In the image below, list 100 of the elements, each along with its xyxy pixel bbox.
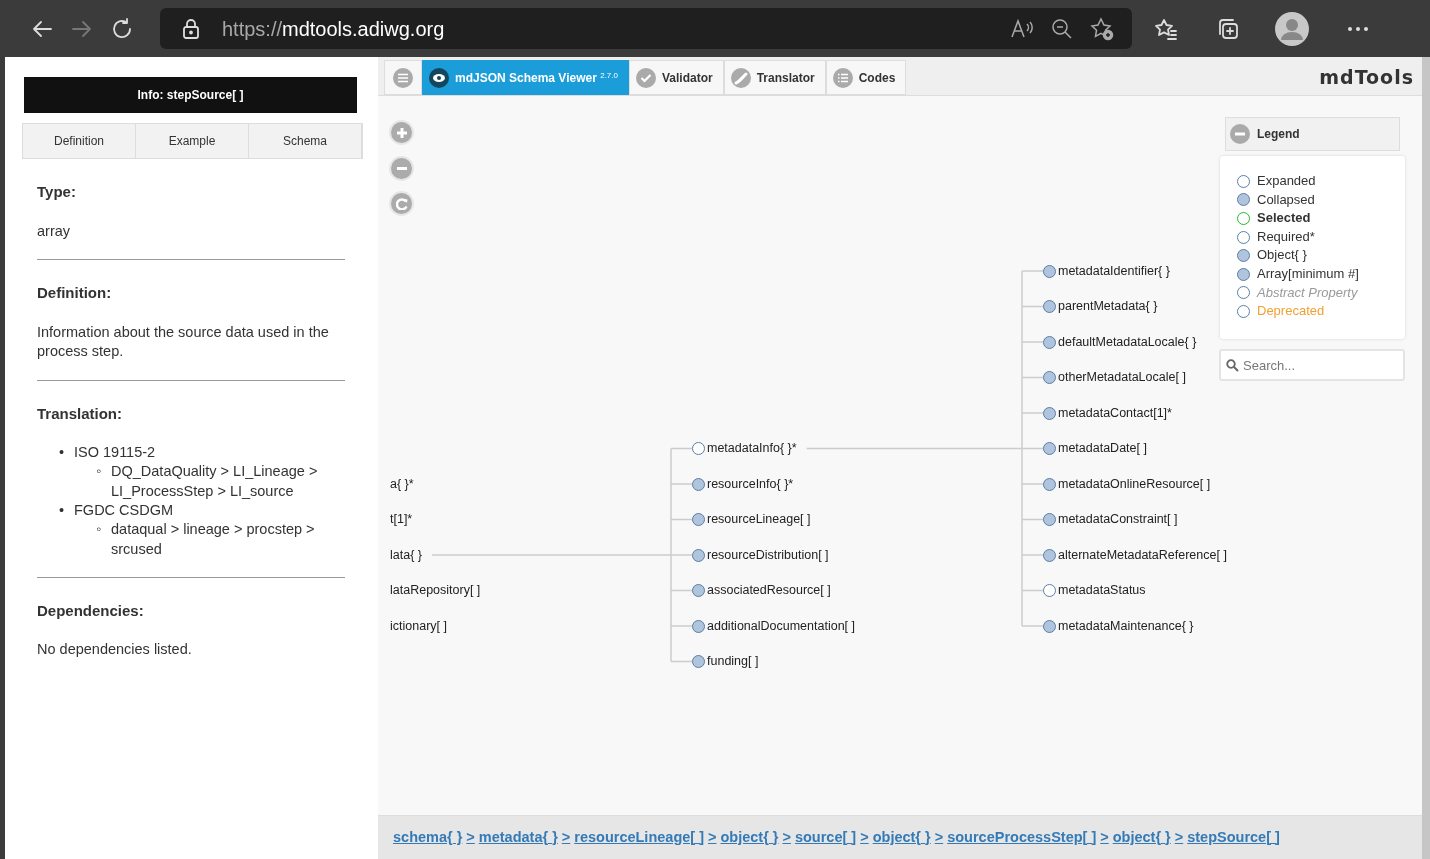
lock-icon[interactable] xyxy=(182,18,200,39)
search-field[interactable]: Search... xyxy=(1219,349,1405,381)
toolbar-tab[interactable]: Codes xyxy=(825,60,907,95)
pen-icon xyxy=(730,67,751,88)
node-circle[interactable] xyxy=(692,548,705,562)
breadcrumb-link[interactable]: schema{ } xyxy=(393,826,463,849)
legend-circle xyxy=(1237,286,1250,300)
refresh-icon[interactable] xyxy=(110,16,134,41)
node-circle[interactable] xyxy=(1043,264,1056,278)
legend-circle xyxy=(1237,267,1250,281)
section-heading: Definition: xyxy=(37,283,113,304)
breadcrumb-separator: > xyxy=(782,827,791,847)
node-circle[interactable] xyxy=(692,584,705,597)
section-heading: Dependencies: xyxy=(37,600,145,621)
legend-title: Legend xyxy=(1257,126,1300,143)
node-label[interactable]: metadataOnlineResource[ ] xyxy=(1058,474,1211,494)
zoom-out-button[interactable] xyxy=(389,155,414,181)
node-circle[interactable] xyxy=(1043,442,1056,455)
node-circle[interactable] xyxy=(692,655,705,668)
menu-icon xyxy=(393,67,413,88)
favorites-icon[interactable] xyxy=(1154,16,1178,41)
node-label[interactable]: metadataIdentifier{ } xyxy=(1058,261,1170,281)
minus-icon xyxy=(396,166,407,170)
legend-circle xyxy=(1237,230,1250,244)
scrollbar[interactable] xyxy=(1422,57,1430,859)
node-circle[interactable] xyxy=(1043,513,1056,526)
node-label[interactable]: defaultMetadataLocale{ } xyxy=(1058,332,1197,352)
node-circle[interactable] xyxy=(692,442,705,455)
reset-button[interactable] xyxy=(389,191,414,216)
favorite-add-icon[interactable] xyxy=(1090,16,1114,41)
node-label[interactable]: resourceInfo{ }* xyxy=(707,474,794,494)
section-text: array xyxy=(37,221,72,241)
avatar-icon[interactable] xyxy=(1275,11,1309,46)
breadcrumb-link[interactable]: source[ ] xyxy=(794,826,857,849)
panel-title: Info: stepSource[ ] xyxy=(24,77,357,113)
bullet-marker: • xyxy=(59,501,66,521)
breadcrumb-link[interactable]: resourceLineage[ ] xyxy=(574,826,704,849)
node-label[interactable]: resourceDistribution[ ] xyxy=(707,545,829,565)
node-circle[interactable] xyxy=(692,619,705,633)
node-label[interactable]: metadataDate[ ] xyxy=(1058,439,1147,458)
breadcrumb-separator: > xyxy=(708,827,717,847)
toolbar-tab[interactable]: Translator xyxy=(723,60,826,95)
section-text: No dependencies listed. xyxy=(37,640,193,660)
node-label[interactable]: additionalDocumentation[ ] xyxy=(707,616,855,636)
node-label[interactable]: metadataStatus xyxy=(1058,581,1146,600)
check-icon xyxy=(636,67,656,88)
section-heading: Type: xyxy=(37,182,77,202)
section-heading: Translation: xyxy=(37,403,123,424)
menu-button[interactable] xyxy=(384,60,422,95)
node-circle[interactable] xyxy=(1043,335,1056,349)
node-circle[interactable] xyxy=(1043,584,1056,597)
node-circle[interactable] xyxy=(1043,371,1056,384)
node-label[interactable]: lataRepository[ ] xyxy=(390,581,481,600)
node-circle[interactable] xyxy=(1043,300,1056,313)
node-label[interactable]: associatedResource[ ] xyxy=(707,581,831,600)
legend-header[interactable]: Legend xyxy=(1225,117,1400,151)
node-circle[interactable] xyxy=(692,513,705,526)
breadcrumb-link[interactable]: sourceProcessStep[ ] xyxy=(947,826,1097,849)
read-aloud-icon[interactable] xyxy=(1009,17,1035,40)
plus-icon xyxy=(396,127,407,138)
node-label[interactable]: parentMetadata{ } xyxy=(1058,297,1158,316)
node-label[interactable]: lata{ } xyxy=(390,545,422,565)
legend-label: Abstract Property xyxy=(1257,283,1358,302)
legend-label: Object{ } xyxy=(1257,246,1307,265)
bullet-marker: • xyxy=(59,443,66,463)
node-label[interactable]: funding[ ] xyxy=(707,652,759,671)
address-bar[interactable]: https://mdtools.adiwg.org xyxy=(160,8,1132,49)
breadcrumb-link[interactable]: stepSource[ ] xyxy=(1187,826,1280,849)
breadcrumb-separator: > xyxy=(934,827,944,847)
breadcrumb-separator: > xyxy=(561,827,571,847)
breadcrumb-link[interactable]: object{ } xyxy=(872,826,931,849)
node-circle[interactable] xyxy=(1043,619,1056,633)
node-label[interactable]: a{ }* xyxy=(390,474,414,494)
zoom-in-button[interactable] xyxy=(389,120,414,145)
legend-label: Expanded xyxy=(1257,172,1316,190)
node-label[interactable]: otherMetadataLocale[ ] xyxy=(1058,368,1186,387)
toolbar-tab[interactable]: Validator xyxy=(629,60,724,95)
node-label[interactable]: alternateMetadataReference[ ] xyxy=(1058,545,1227,565)
node-label[interactable]: ictionary[ ] xyxy=(390,616,447,636)
zoom-out-icon[interactable] xyxy=(1051,17,1073,40)
more-icon[interactable] xyxy=(1347,25,1369,32)
url-text: https://mdtools.adiwg.org xyxy=(222,16,445,42)
node-label[interactable]: metadataInfo{ }* xyxy=(707,439,797,458)
node-circle[interactable] xyxy=(1043,406,1056,420)
node-label[interactable]: metadataContact[1]* xyxy=(1058,403,1172,423)
node-label[interactable]: metadataMaintenance{ } xyxy=(1058,616,1194,636)
node-circle[interactable] xyxy=(1043,548,1056,562)
legend-label: Collapsed xyxy=(1257,190,1315,209)
node-label[interactable]: t[1]* xyxy=(390,510,413,529)
breadcrumb-link[interactable]: object{ } xyxy=(1112,826,1171,849)
logo: mdTools xyxy=(1319,65,1414,91)
node-circle[interactable] xyxy=(692,477,705,491)
breadcrumb-link[interactable]: object{ } xyxy=(720,826,779,849)
legend-circle xyxy=(1237,193,1250,207)
collections-icon[interactable] xyxy=(1216,16,1240,41)
legend-circle xyxy=(1237,212,1250,225)
node-circle[interactable] xyxy=(1043,477,1056,491)
breadcrumb-link[interactable]: metadata{ } xyxy=(478,826,558,849)
node-label[interactable]: metadataConstraint[ ] xyxy=(1058,510,1178,529)
node-label[interactable]: resourceLineage[ ] xyxy=(707,510,811,529)
